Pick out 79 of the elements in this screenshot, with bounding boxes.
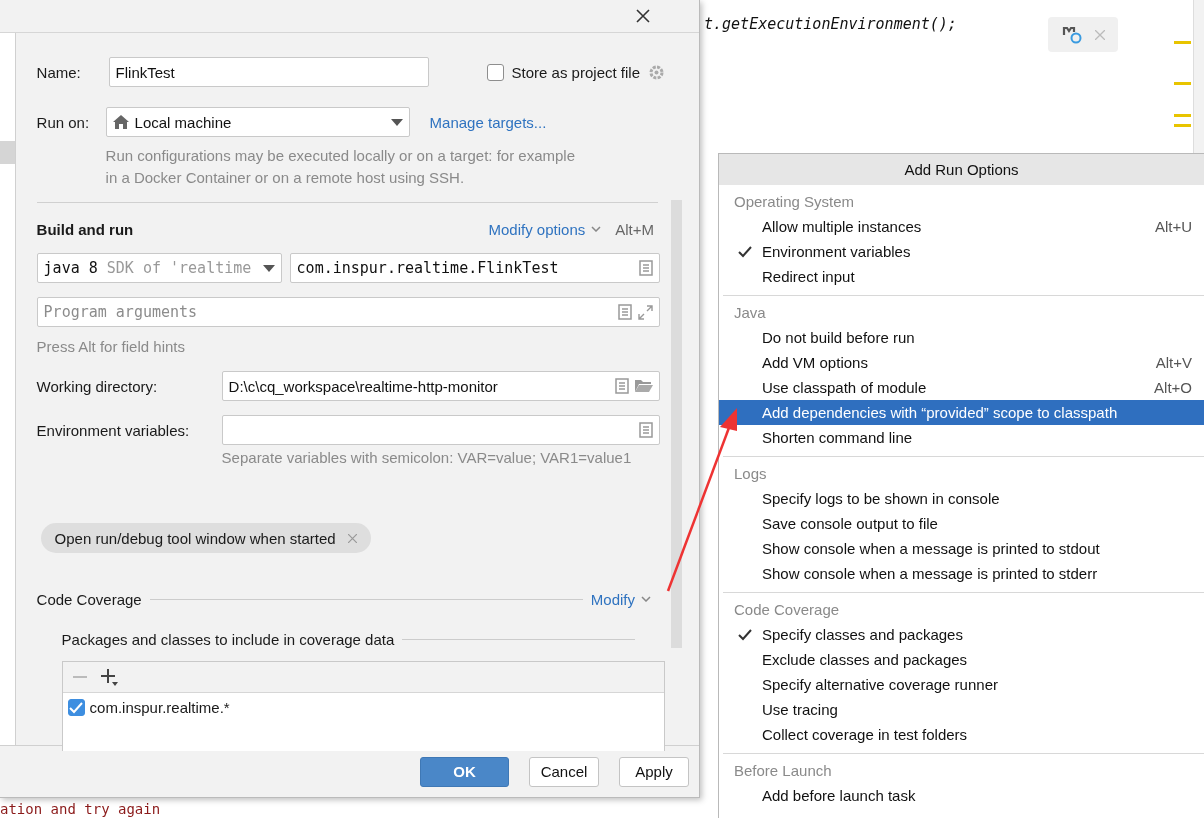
menu-item[interactable]: Add dependencies with “provided” scope to classpath — [719, 400, 1204, 425]
run-on-hint: Run configurations may be executed locally or on a target: for example in a Docker Container or on a remote host using SSH. — [105, 146, 577, 188]
store-label: Store as project file — [511, 63, 640, 81]
environment-variables-hint: Separate variables with semicolon: VAR=value; VAR1=value1 — [221, 448, 633, 468]
main-class-field[interactable]: com.inspur.realtime.FlinkTest — [289, 253, 660, 283]
dialog-button[interactable]: Cancel — [529, 756, 599, 787]
menu-item[interactable]: Specify alternative coverage runner — [719, 672, 1204, 697]
code-line: t.getExecutionEnvironment(); — [704, 15, 957, 33]
pattern-label: com.inspur.realtime.* — [89, 699, 230, 716]
shortcut-label: Alt+M — [615, 220, 654, 238]
error-stripe-marker — [1174, 114, 1191, 117]
menu-item[interactable]: Shorten command line — [719, 425, 1204, 450]
modify-options-link[interactable]: Modify options — [488, 220, 586, 238]
menu-item[interactable]: Add VM options Alt+V — [719, 350, 1204, 375]
add-icon[interactable] — [100, 668, 118, 686]
section-header: Java — [733, 303, 767, 323]
subsection-title: Packages and classes to include in coverage data — [61, 630, 395, 648]
environment-variables-field[interactable] — [221, 415, 660, 445]
document-icon[interactable] — [617, 304, 632, 320]
menu-item[interactable]: Exclude classes and packages — [719, 647, 1204, 672]
popup-title: Add Run Options — [719, 154, 1204, 185]
modify-link[interactable]: Modify — [590, 590, 635, 608]
dropdown-arrow-icon — [390, 118, 403, 126]
manage-targets-link[interactable]: Manage targets... — [429, 113, 547, 131]
section-header: Logs — [733, 464, 768, 484]
run-on-dropdown[interactable]: Local machine — [105, 107, 410, 137]
name-field[interactable]: FlinkTest — [108, 57, 429, 87]
error-stripe-marker — [1174, 82, 1191, 85]
document-icon[interactable] — [614, 378, 629, 394]
close-icon[interactable] — [1094, 29, 1105, 40]
menu-item[interactable]: Redirect input — [719, 264, 1204, 289]
menu-item[interactable]: Save console output to file — [719, 511, 1204, 536]
console-line: ation and try again — [0, 801, 161, 817]
close-button[interactable] — [635, 8, 651, 24]
field-hint: Press Alt for field hints — [36, 337, 186, 357]
pattern-checkbox[interactable] — [67, 699, 85, 716]
checkmark-icon — [69, 701, 84, 714]
menu-item[interactable]: Do not build before run — [719, 325, 1204, 350]
menu-item[interactable]: Allow multiple instances Alt+U — [719, 214, 1204, 239]
checkmark-icon — [738, 628, 752, 641]
working-directory-label: Working directory: — [36, 377, 159, 395]
document-icon[interactable] — [638, 260, 653, 276]
menu-item[interactable]: Use classpath of module Alt+O — [719, 375, 1204, 400]
menu-item[interactable]: Collect coverage in test folders — [719, 722, 1204, 747]
folder-icon[interactable] — [634, 379, 653, 393]
section-header: Operating System — [733, 192, 856, 212]
dialog-button[interactable]: Apply — [619, 756, 689, 787]
menu-item[interactable]: Show console when a message is printed to stdout — [719, 536, 1204, 561]
checkmark-icon — [738, 245, 752, 258]
document-icon[interactable] — [638, 422, 653, 438]
home-icon — [112, 115, 129, 129]
run-on-label: Run on: — [36, 113, 91, 131]
scrollbar[interactable] — [670, 200, 682, 648]
close-icon[interactable] — [347, 533, 357, 543]
maven-reload-icon[interactable] — [1061, 24, 1084, 45]
environment-variables-label: Environment variables: — [36, 421, 191, 439]
section-title: Code Coverage — [36, 590, 142, 608]
option-chip[interactable]: Open run/debug tool window when started — [40, 523, 371, 553]
store-checkbox[interactable] — [486, 63, 504, 81]
jdk-dropdown[interactable]: java 8 SDK of 'realtime — [36, 253, 282, 283]
working-directory-field[interactable]: D:\c\cq_workspace\realtime-http-monitor — [221, 371, 660, 401]
expand-icon[interactable] — [637, 304, 653, 320]
menu-item[interactable]: Specify logs to be shown in console — [719, 486, 1204, 511]
section-title: Build and run — [36, 220, 135, 238]
error-stripe-marker — [1174, 41, 1191, 44]
menu-item[interactable]: Environment variables — [719, 239, 1204, 264]
menu-item[interactable]: Use tracing — [719, 697, 1204, 722]
dropdown-arrow-icon — [262, 264, 275, 272]
gear-icon[interactable] — [648, 63, 665, 81]
name-label: Name: — [36, 63, 82, 81]
chevron-down-icon — [591, 226, 602, 232]
menu-item[interactable]: Specify classes and packages — [719, 622, 1204, 647]
section-header: Code Coverage — [733, 600, 841, 620]
section-header: Before Launch — [733, 761, 833, 781]
error-stripe-marker — [1174, 124, 1191, 127]
menu-item[interactable]: Show console when a message is printed to stderr — [719, 561, 1204, 586]
dialog-button[interactable]: OK — [420, 756, 509, 787]
menu-item[interactable]: Add before launch task — [719, 783, 1204, 808]
chevron-down-icon — [641, 596, 651, 602]
